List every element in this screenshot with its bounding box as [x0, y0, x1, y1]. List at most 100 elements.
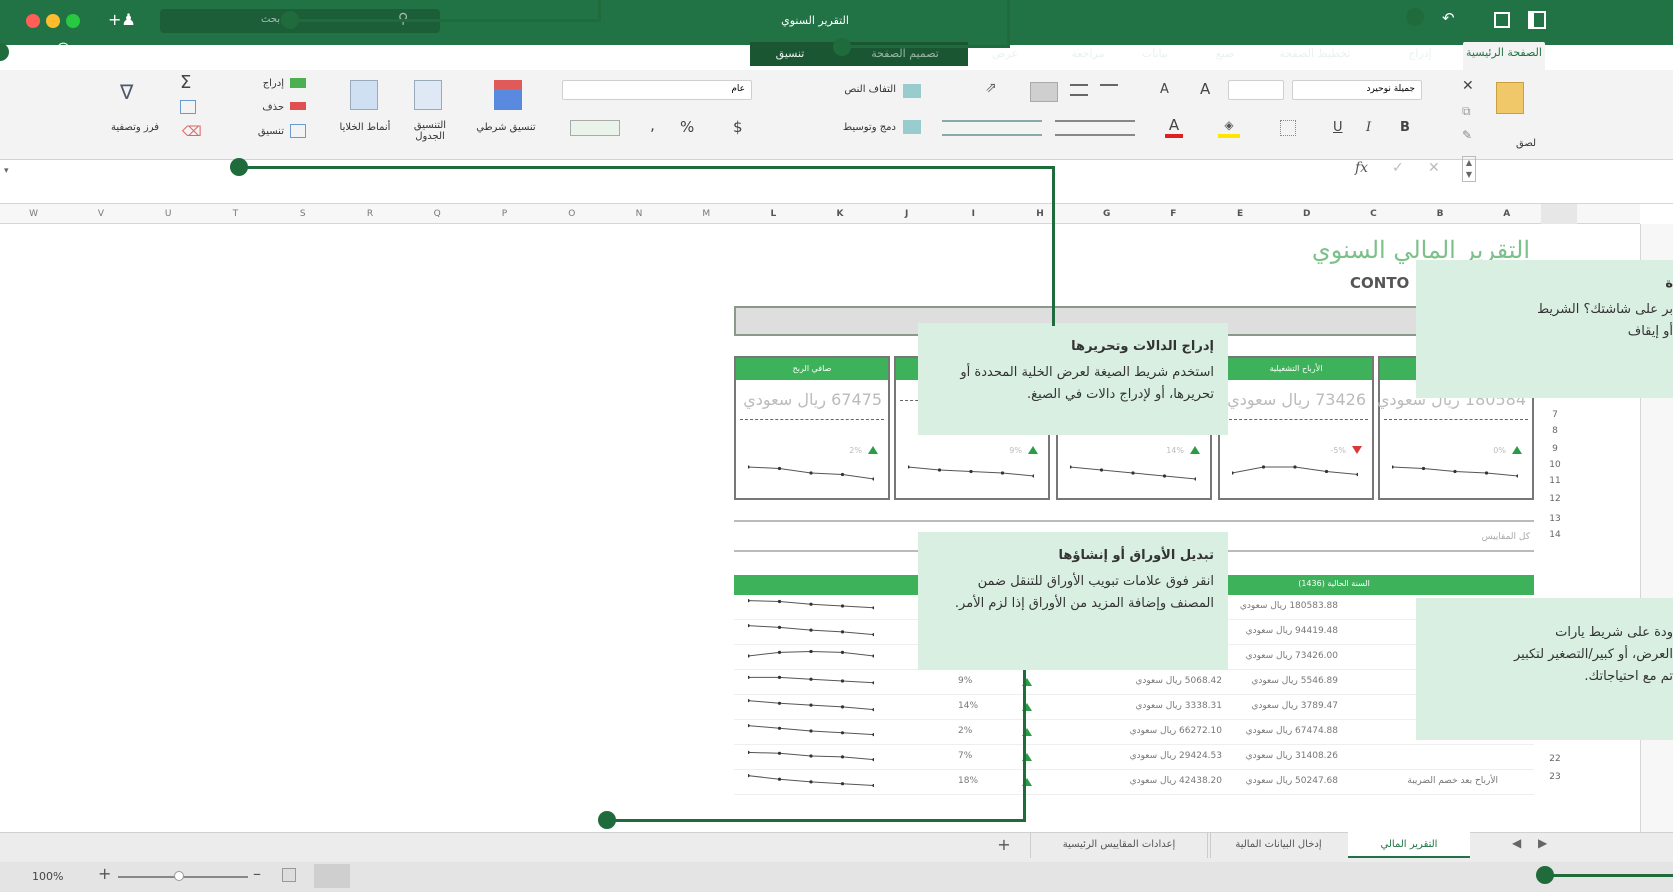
column-header[interactable]: H: [1007, 204, 1074, 224]
orientation-icon[interactable]: ⇗: [985, 80, 997, 96]
paste-icon[interactable]: [1496, 82, 1524, 114]
minimize-window-button[interactable]: [46, 14, 60, 28]
name-box-stepper[interactable]: ▲ ▼: [1462, 156, 1476, 182]
sheet-tab-metrics-settings[interactable]: إعدادات المقاييس الرئيسية: [1030, 832, 1208, 858]
table-row[interactable]: 9% 5068.42 ريال سعودي 5546.89 ريال سعودي: [734, 670, 1534, 695]
indent-buttons[interactable]: [942, 120, 1042, 136]
add-sheet-button[interactable]: +: [980, 832, 1028, 858]
shrink-font-button[interactable]: A: [1160, 82, 1169, 97]
bold-button[interactable]: B: [1400, 120, 1410, 135]
normal-view-button[interactable]: [314, 864, 350, 888]
undo-icon[interactable]: ↶: [1442, 9, 1455, 27]
percent-button[interactable]: %: [680, 118, 694, 136]
close-window-button[interactable]: [26, 14, 40, 28]
column-header[interactable]: A: [1473, 204, 1540, 224]
align-bottom-icon[interactable]: [1100, 84, 1118, 96]
zoom-window-button[interactable]: [66, 14, 80, 28]
cut-icon[interactable]: ✕: [1462, 78, 1474, 94]
column-header[interactable]: M: [673, 204, 740, 224]
number-format-select[interactable]: عام: [562, 80, 752, 100]
kpi-card[interactable]: الأرباح التشغيلية 73426 ريال سعودي -5%: [1218, 356, 1374, 500]
smiley-feedback-icon[interactable]: ☺: [56, 42, 71, 58]
column-header[interactable]: E: [1207, 204, 1274, 224]
tab-format[interactable]: تنسيق: [760, 47, 820, 60]
tab-review[interactable]: مراجعة: [1058, 47, 1118, 60]
kpi-card[interactable]: صافي الربح 67475 ريال سعودي 2%: [734, 356, 890, 500]
column-header[interactable]: G: [1073, 204, 1140, 224]
row-header[interactable]: 23: [1540, 772, 1570, 782]
row-header[interactable]: 7: [1540, 410, 1570, 420]
column-header[interactable]: K: [807, 204, 874, 224]
zoom-out-icon[interactable]: –: [253, 864, 261, 883]
enter-check-icon[interactable]: ✓: [1392, 160, 1404, 176]
column-header[interactable]: W: [0, 204, 67, 224]
table-row[interactable]: 14% 3338.31 ريال سعودي 3789.47 ريال سعودي: [734, 695, 1534, 720]
underline-button[interactable]: U: [1333, 120, 1343, 135]
tab-insert[interactable]: إدراج: [1400, 47, 1440, 60]
cancel-x-icon[interactable]: ✕: [1428, 160, 1440, 176]
decimal-buttons[interactable]: [570, 120, 620, 136]
column-header[interactable]: U: [135, 204, 202, 224]
column-header[interactable]: I: [940, 204, 1007, 224]
autosum-button[interactable]: Σ: [180, 72, 191, 93]
collapse-ribbon-icon[interactable]: ⌃: [28, 44, 40, 60]
wrap-text-icon[interactable]: [903, 84, 921, 98]
format-painter-icon[interactable]: ✎: [1462, 128, 1472, 142]
cell-styles-icon[interactable]: [350, 80, 378, 110]
row-header[interactable]: 11: [1540, 476, 1570, 486]
zoom-in-icon[interactable]: +: [98, 864, 111, 883]
column-header[interactable]: L: [740, 204, 807, 224]
table-row[interactable]: 2% 66272.10 ريال سعودي 67474.88 ريال سعودي: [734, 720, 1534, 745]
borders-icon[interactable]: [1280, 120, 1296, 136]
column-header[interactable]: V: [67, 204, 134, 224]
clear-eraser-icon[interactable]: ⌫: [182, 124, 202, 140]
font-size-select[interactable]: [1228, 80, 1284, 100]
align-top-icon[interactable]: [1070, 84, 1088, 96]
row-header[interactable]: 8: [1540, 426, 1570, 436]
delete-cells-label[interactable]: حذف: [248, 102, 284, 113]
save-icon[interactable]: [1494, 12, 1510, 28]
tab-home[interactable]: الصفحة الرئيسية: [1463, 42, 1545, 70]
tab-page-design[interactable]: تصميم الصفحة: [860, 47, 950, 60]
grow-font-button[interactable]: A: [1200, 80, 1210, 98]
sort-filter-label[interactable]: فرز وتصفية: [104, 122, 166, 133]
italic-button[interactable]: I: [1366, 120, 1371, 135]
comma-style-button[interactable]: ‚: [650, 116, 655, 134]
format-cells-icon[interactable]: [290, 124, 306, 138]
column-header[interactable]: C: [1340, 204, 1407, 224]
expand-formula-bar-icon[interactable]: ▾: [4, 166, 9, 176]
sidebar-toggle-icon[interactable]: [1528, 11, 1546, 29]
zoom-slider-thumb[interactable]: [174, 871, 184, 881]
insert-function-button[interactable]: fx: [1355, 160, 1368, 176]
prev-sheet-icon[interactable]: ◀: [1512, 836, 1521, 850]
row-header[interactable]: 9: [1540, 444, 1570, 454]
font-name-select[interactable]: جميلة نوحيرد: [1292, 80, 1422, 100]
row-header[interactable]: 13: [1540, 514, 1570, 524]
fill-icon[interactable]: [180, 100, 196, 114]
wrap-text-label[interactable]: التفاف النص: [820, 84, 896, 95]
column-header[interactable]: T: [202, 204, 269, 224]
sheet-tab-data-entry[interactable]: إدخال البيانات المالية: [1210, 832, 1346, 858]
conditional-format-icon[interactable]: [494, 80, 522, 110]
delete-cells-icon[interactable]: [290, 102, 306, 110]
column-header[interactable]: D: [1273, 204, 1340, 224]
sheet-tab-financial-report[interactable]: التقرير المالي: [1348, 832, 1470, 858]
formula-input[interactable]: [0, 160, 1355, 184]
currency-button[interactable]: $: [733, 118, 743, 136]
tab-data[interactable]: بيانات: [1130, 47, 1180, 60]
format-table-label[interactable]: التنسيق الجدول: [402, 120, 458, 142]
table-row[interactable]: 18% 42438.20 ريال سعودي 50247.68 ريال سعود…: [734, 770, 1534, 795]
column-header[interactable]: N: [605, 204, 672, 224]
merge-center-label[interactable]: دمج وتوسيط: [810, 122, 896, 133]
merge-center-icon[interactable]: [903, 120, 921, 134]
share-icon[interactable]: +♟: [108, 10, 136, 29]
tab-page-layout[interactable]: تخطيط الصفحة: [1270, 47, 1360, 60]
cell-styles-label[interactable]: أنماط الخلايا: [334, 122, 396, 133]
row-header[interactable]: 14: [1540, 530, 1570, 540]
align-middle-button[interactable]: [1030, 82, 1058, 102]
row-header[interactable]: 10: [1540, 460, 1570, 470]
column-header[interactable]: J: [873, 204, 940, 224]
row-header[interactable]: 12: [1540, 494, 1570, 504]
column-header[interactable]: R: [336, 204, 403, 224]
column-header[interactable]: O: [538, 204, 605, 224]
